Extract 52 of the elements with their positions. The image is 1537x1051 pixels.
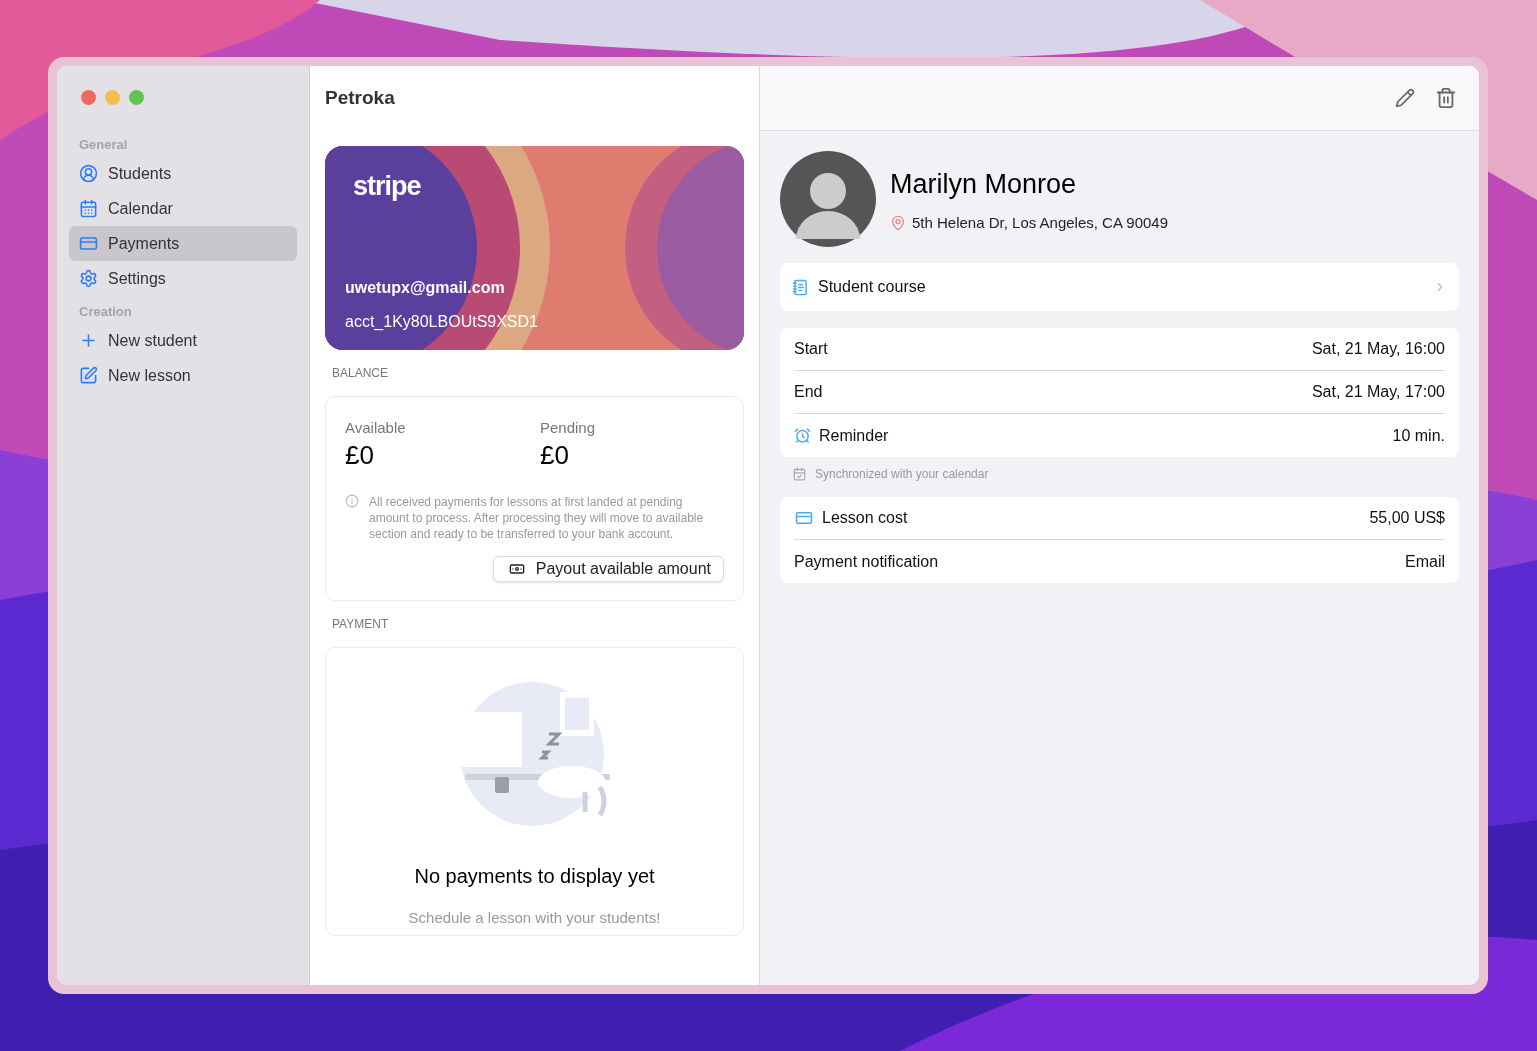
row-label: Lesson cost	[822, 508, 908, 528]
section-heading: BALANCE	[332, 365, 389, 382]
section-heading: Creation	[79, 302, 132, 321]
balance-label: Pending	[540, 418, 596, 438]
plus-icon	[79, 331, 98, 350]
student-course-row[interactable]: Student course	[780, 263, 1459, 311]
edit-icon[interactable]	[1395, 88, 1415, 108]
row-label: Start	[794, 339, 828, 359]
stripe-logo: stripe	[353, 170, 421, 203]
balance-amount: £0	[540, 439, 570, 470]
calendar-icon	[79, 199, 98, 218]
card-icon	[79, 234, 98, 253]
trash-icon[interactable]	[1435, 86, 1457, 110]
sync-note: Synchronized with your calendar	[815, 466, 989, 483]
account-email: uwetupx@gmail.com	[345, 278, 505, 298]
section-heading: PAYMENT	[332, 615, 389, 633]
empty-state-subtitle: Schedule a lesson with your students!	[408, 907, 661, 928]
window-title: Petroka	[325, 85, 395, 110]
row-label: Reminder	[819, 425, 889, 446]
balance-label: Available	[345, 418, 407, 438]
row-value: Sat, 21 May, 17:00	[1311, 382, 1445, 402]
balance-amount: £0	[345, 439, 375, 470]
edit-icon	[79, 366, 98, 385]
payout-button[interactable]: Payout available amount	[492, 555, 724, 582]
row-value: Email	[1405, 551, 1445, 572]
close-window-icon[interactable]	[81, 90, 96, 105]
notes-icon	[792, 278, 809, 296]
sidebar-item[interactable]: New student	[69, 323, 297, 358]
row-value: 55,00 US$	[1369, 508, 1445, 528]
row-value: Sat, 21 May, 16:00	[1311, 339, 1445, 359]
alarm-clock-icon	[794, 427, 811, 444]
section-heading: General	[79, 135, 128, 154]
calendar-sync-icon	[792, 467, 807, 481]
balance-note: All received payments for lessons at first landed at pending amount to process. After processing they will move to available section and ready to be transferred to your bank account.	[369, 493, 705, 542]
sidebar-item[interactable]: Calendar	[69, 191, 297, 226]
student-name: Marilyn Monroe	[890, 167, 1078, 201]
sidebar-item[interactable]: Settings	[69, 261, 297, 296]
zoom-window-icon[interactable]	[129, 90, 144, 105]
sidebar-item[interactable]: Payments	[69, 226, 297, 261]
gear-icon	[79, 269, 98, 288]
minimize-window-icon[interactable]	[105, 90, 120, 105]
empty-state-title: No payments to display yet	[414, 863, 655, 889]
person-circle-icon	[79, 164, 98, 183]
info-icon	[345, 493, 359, 508]
location-pin-icon	[890, 214, 906, 233]
sidebar-item[interactable]: New lesson	[69, 358, 297, 393]
card-icon	[794, 509, 814, 527]
row-label: Payment notification	[794, 551, 939, 572]
row-value: 10 min.	[1392, 425, 1445, 446]
row-label: End	[794, 382, 823, 402]
sidebar-item[interactable]: Students	[69, 156, 297, 191]
student-address: 5th Helena Dr, Los Angeles, CA 90049	[912, 213, 1168, 233]
